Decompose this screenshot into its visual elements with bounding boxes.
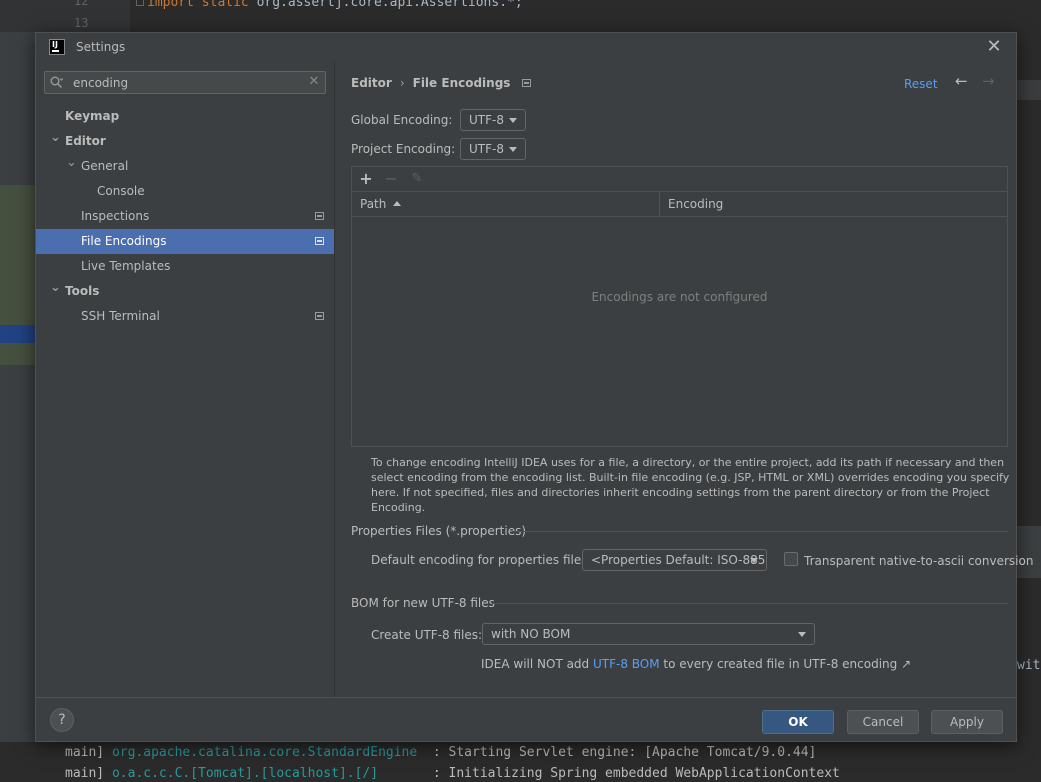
sort-ascending-icon <box>393 201 402 206</box>
column-header-encoding[interactable]: Encoding <box>660 192 1007 216</box>
intellij-app-icon: IJ <box>49 39 65 55</box>
breadcrumb: Editor › File Encodings <box>351 76 532 90</box>
background-left-strip <box>0 32 35 742</box>
file-encodings-page: Editor › File Encodings Reset ← → Global E… <box>334 61 1033 697</box>
sidebar-item-label: General <box>81 159 129 173</box>
sidebar-item-label: Inspections <box>81 209 150 223</box>
table-toolbar: + − ✎ <box>352 167 1007 192</box>
ok-button[interactable]: OK <box>762 710 834 734</box>
table-header: Path Encoding <box>352 192 1007 217</box>
close-icon: ✕ <box>986 36 1002 57</box>
utf8-bom-link[interactable]: UTF-8 BOM <box>593 657 660 671</box>
close-button[interactable]: ✕ <box>984 37 1004 57</box>
sidebar-item-general[interactable]: ⌄ General <box>36 154 334 179</box>
forward-arrow-icon: → <box>982 72 995 90</box>
settings-sidebar: ✕ Keymap⌄Editor⌄GeneralConsoleInspection… <box>36 61 334 697</box>
fold-icon <box>136 0 144 6</box>
project-encoding-select[interactable]: UTF-8 <box>460 138 526 160</box>
console-line: main] org.apache.catalina.core.StandardE… <box>65 745 817 760</box>
remove-icon: − <box>384 169 398 188</box>
sidebar-item-inspections[interactable]: Inspections <box>36 204 334 229</box>
background-console: main] org.apache.catalina.core.StandardE… <box>0 742 1041 782</box>
add-icon[interactable]: + <box>356 169 376 189</box>
bom-section-title: BOM for new UTF-8 files <box>351 596 495 610</box>
global-encoding-select[interactable]: UTF-8 <box>460 109 526 131</box>
background-editor: 12 13 import static org.assertj.core.api… <box>0 0 1041 32</box>
sidebar-item-label: Keymap <box>65 109 120 123</box>
sidebar-item-label: Live Templates <box>81 259 171 273</box>
chevron-down-icon[interactable]: ⌄ <box>50 125 62 150</box>
global-encoding-label: Global Encoding: <box>351 113 453 127</box>
chevron-down-icon <box>798 632 806 637</box>
line-number: 12 <box>74 0 89 8</box>
dialog-title: Settings <box>76 40 126 54</box>
clear-search-icon[interactable]: ✕ <box>307 73 321 91</box>
sidebar-item-label: Tools <box>65 284 100 298</box>
cancel-button[interactable]: Cancel <box>847 710 919 734</box>
reset-link[interactable]: Reset <box>904 77 938 91</box>
encodings-table: + − ✎ Path Encoding Encodings are not co… <box>351 166 1008 447</box>
sidebar-item-console[interactable]: Console <box>36 179 334 204</box>
background-right-text: wit <box>1017 658 1041 673</box>
project-level-icon <box>522 79 532 87</box>
section-divider <box>492 603 1008 604</box>
bom-note: IDEA will NOT add UTF-8 BOM to every cre… <box>481 657 912 671</box>
project-level-icon <box>315 312 324 320</box>
help-icon: ? <box>58 712 66 728</box>
properties-default-label: Default encoding for properties files: <box>371 553 592 567</box>
title-bar[interactable]: IJ Settings ✕ <box>36 33 1016 61</box>
properties-section-title: Properties Files (*.properties) <box>351 524 527 538</box>
search-input[interactable] <box>73 74 298 91</box>
breadcrumb-separator: › <box>399 76 405 90</box>
apply-button[interactable]: Apply <box>931 710 1003 734</box>
bom-select[interactable]: with NO BOM <box>482 623 815 645</box>
sidebar-item-label: SSH Terminal <box>81 309 160 323</box>
chevron-down-icon[interactable]: ⌄ <box>66 150 78 175</box>
settings-dialog: IJ Settings ✕ ✕ Keymap⌄Editor⌄GeneralCon… <box>35 32 1033 742</box>
transparent-conversion-checkbox[interactable] <box>784 552 798 566</box>
search-icon <box>50 76 63 89</box>
project-level-icon <box>315 212 324 220</box>
sidebar-item-ssh-terminal[interactable]: SSH Terminal <box>36 304 334 329</box>
properties-encoding-select[interactable]: <Properties Default: ISO-885... <box>582 549 767 571</box>
project-encoding-label: Project Encoding: <box>351 142 456 156</box>
column-header-path[interactable]: Path <box>352 192 660 216</box>
transparent-conversion-label[interactable]: Transparent native-to-ascii conversion <box>804 554 1033 568</box>
line-number: 13 <box>74 16 89 30</box>
settings-search-box[interactable]: ✕ <box>44 71 326 94</box>
breadcrumb-editor[interactable]: Editor <box>351 76 392 90</box>
project-level-icon <box>315 237 324 245</box>
help-button[interactable]: ? <box>50 708 74 732</box>
section-divider <box>512 531 1008 532</box>
create-utf8-label: Create UTF-8 files: <box>371 628 483 642</box>
encoding-help-text: To change encoding IntelliJ IDEA uses fo… <box>371 456 1010 514</box>
breadcrumb-current: File Encodings <box>412 76 511 90</box>
sidebar-item-label: Console <box>97 184 145 198</box>
code-line: import static org.assertj.core.api.Asser… <box>147 0 523 10</box>
sidebar-item-keymap[interactable]: Keymap <box>36 104 334 129</box>
sidebar-item-editor[interactable]: ⌄ Editor <box>36 129 334 154</box>
sidebar-item-live-templates[interactable]: Live Templates <box>36 254 334 279</box>
sidebar-item-label: File Encodings <box>81 234 167 248</box>
dialog-footer: ? OK Cancel Apply <box>36 697 1016 741</box>
chevron-down-icon[interactable]: ⌄ <box>50 275 62 300</box>
background-selection <box>0 325 35 343</box>
background-right-strip <box>1017 32 1041 742</box>
settings-tree: Keymap ⌄ Editor ⌄ General Console Inspections F… <box>36 104 334 329</box>
console-line: main] o.a.c.c.C.[Tomcat].[localhost].[/]… <box>65 766 840 781</box>
chevron-down-icon <box>509 147 517 152</box>
background-right-toolbar <box>1017 526 1041 578</box>
background-right-highlight <box>1017 80 1041 100</box>
empty-table-text: Encodings are not configured <box>591 290 768 304</box>
table-body[interactable]: Encodings are not configured <box>352 217 1007 446</box>
chevron-down-icon <box>750 558 758 563</box>
editor-gutter: 12 13 <box>0 0 130 32</box>
sidebar-item-file-encodings[interactable]: File Encodings <box>36 229 334 254</box>
sidebar-item-tools[interactable]: ⌄ Tools <box>36 279 334 304</box>
chevron-down-icon <box>509 118 517 123</box>
back-arrow-icon[interactable]: ← <box>955 72 973 90</box>
edit-icon: ✎ <box>411 171 423 186</box>
